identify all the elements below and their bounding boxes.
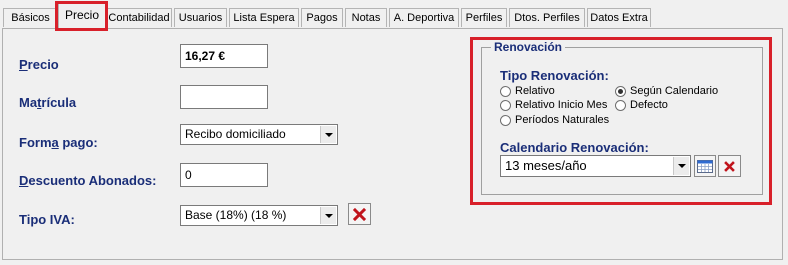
- x-icon: [353, 207, 366, 221]
- tipo-iva-label: Tipo IVA:: [19, 212, 75, 227]
- calendario-renovacion-label: Calendario Renovación:: [500, 140, 649, 155]
- radio-label: Relativo Inicio Mes: [515, 99, 608, 111]
- radio-label: Períodos Naturales: [515, 114, 610, 126]
- tab-a-deportiva[interactable]: A. Deportiva: [389, 8, 459, 27]
- chevron-down-icon[interactable]: [673, 157, 689, 175]
- descuento-field[interactable]: 0: [180, 163, 268, 187]
- calendar-button[interactable]: [694, 155, 716, 177]
- precio-field[interactable]: 16,27 €: [180, 44, 268, 68]
- calendar-grid-icon: [697, 159, 713, 173]
- radio-label: Según Calendario: [630, 85, 719, 97]
- radio-button[interactable]: [615, 85, 626, 97]
- matricula-label: Matrícula: [19, 95, 77, 110]
- clear-tipo-iva-button[interactable]: [348, 203, 371, 225]
- forma-pago-value: Recibo domiciliado: [185, 127, 286, 141]
- radio-label: Defecto: [630, 99, 668, 111]
- radio-button[interactable]: [615, 99, 626, 111]
- tab-perfiles[interactable]: Perfiles: [461, 8, 507, 27]
- clear-calendario-button[interactable]: [718, 155, 741, 177]
- tab-pagos[interactable]: Pagos: [301, 8, 343, 27]
- tab-notas[interactable]: Notas: [345, 8, 387, 27]
- calendario-value: 13 meses/año: [505, 158, 587, 173]
- tab-precio[interactable]: Precio: [58, 3, 106, 29]
- tab-lista-espera[interactable]: Lista Espera: [229, 8, 299, 27]
- radio-defecto[interactable]: Defecto: [615, 99, 668, 111]
- radio-segun-calendario[interactable]: Según Calendario: [615, 85, 718, 97]
- renovacion-group-title: Renovación: [491, 40, 566, 54]
- calendario-select[interactable]: 13 meses/año: [500, 155, 691, 177]
- radio-label: Relativo: [515, 85, 555, 97]
- radio-periodos-naturales[interactable]: Períodos Naturales: [500, 114, 609, 126]
- x-icon: [724, 160, 735, 172]
- radio-relativo-inicio-mes[interactable]: Relativo Inicio Mes: [500, 99, 607, 111]
- forma-pago-select[interactable]: Recibo domiciliado: [180, 124, 338, 145]
- tab-usuarios[interactable]: Usuarios: [174, 8, 227, 27]
- tipo-iva-select[interactable]: Base (18%) (18 %): [180, 205, 338, 226]
- tab-datos-extra[interactable]: Datos Extra: [587, 8, 651, 27]
- forma-pago-label: Forma pago:: [19, 135, 98, 150]
- tipo-renovacion-label: Tipo Renovación:: [500, 68, 609, 83]
- radio-button[interactable]: [500, 85, 511, 97]
- tab-strip: Básicos Precio Contabilidad Usuarios Lis…: [0, 0, 788, 29]
- chevron-down-icon[interactable]: [320, 126, 336, 143]
- tab-basicos[interactable]: Básicos: [3, 8, 58, 27]
- radio-button[interactable]: [500, 114, 511, 126]
- descuento-label: Descuento Abonados:: [19, 173, 157, 188]
- chevron-down-icon[interactable]: [320, 207, 336, 224]
- precio-label: Precio: [19, 57, 59, 72]
- tab-contabilidad[interactable]: Contabilidad: [106, 8, 172, 27]
- radio-button[interactable]: [500, 99, 511, 111]
- matricula-field[interactable]: [180, 85, 268, 109]
- tab-dtos-perfiles[interactable]: Dtos. Perfiles: [509, 8, 585, 27]
- tipo-iva-value: Base (18%) (18 %): [185, 208, 287, 222]
- radio-relativo[interactable]: Relativo: [500, 85, 555, 97]
